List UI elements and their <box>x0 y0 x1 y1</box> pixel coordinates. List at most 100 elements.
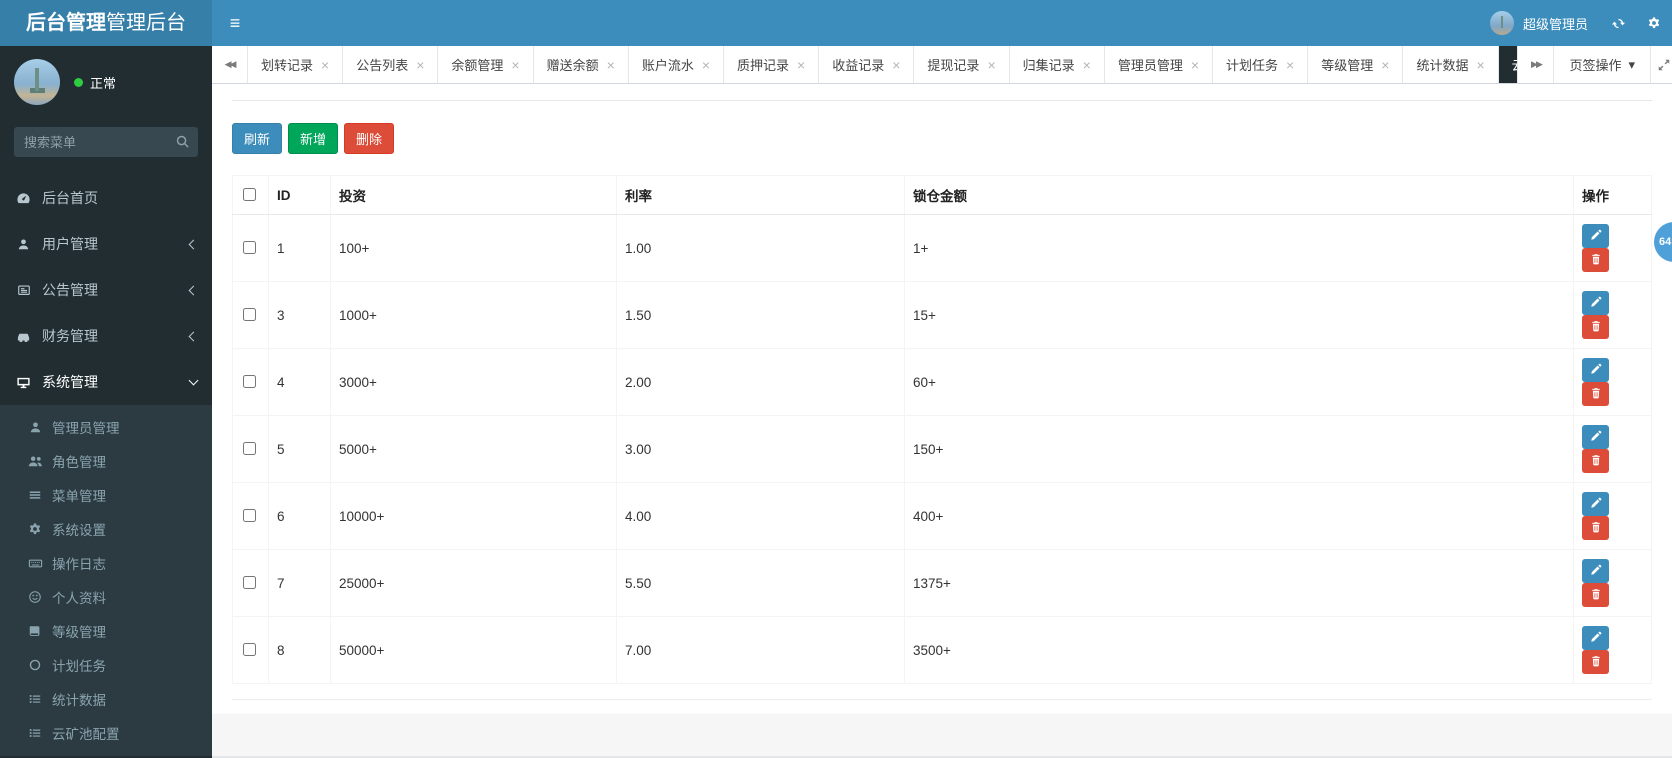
submenu-item-计划任务[interactable]: 计划任务 <box>0 648 212 682</box>
submenu-item-操作日志[interactable]: 操作日志 <box>0 546 212 580</box>
submenu-item-统计数据[interactable]: 统计数据 <box>0 682 212 716</box>
tab-actions-dropdown[interactable]: 页签操作 ▾ <box>1553 46 1650 83</box>
tab-管理员管理[interactable]: 管理员管理 × <box>1105 46 1214 83</box>
close-icon[interactable]: × <box>1286 58 1294 72</box>
close-icon[interactable]: × <box>702 58 710 72</box>
sidebar-toggle-button[interactable]: ≡ <box>212 0 258 46</box>
tab-收益记录[interactable]: 收益记录 × <box>819 46 915 83</box>
close-icon[interactable]: × <box>321 58 329 72</box>
delete-button[interactable]: 删除 <box>344 123 395 154</box>
close-icon[interactable]: × <box>511 58 519 72</box>
tab-公告列表[interactable]: 公告列表 × <box>343 46 439 83</box>
row-select-cell <box>232 348 269 416</box>
edit-row-button[interactable] <box>1582 291 1609 315</box>
close-icon[interactable]: × <box>1381 58 1389 72</box>
tab-归集记录[interactable]: 归集记录 × <box>1010 46 1105 83</box>
tab-质押记录[interactable]: 质押记录 × <box>724 46 820 83</box>
edit-row-button[interactable] <box>1582 224 1609 248</box>
sidebar-item-后台首页[interactable]: 后台首页 <box>0 175 212 221</box>
tab-label: 计划任务 <box>1226 58 1279 73</box>
logo-text-light: 管理后台 <box>106 12 186 34</box>
delete-row-button[interactable] <box>1582 449 1609 473</box>
delete-row-button[interactable] <box>1582 248 1609 272</box>
row-checkbox[interactable] <box>243 576 256 589</box>
close-icon[interactable]: × <box>416 58 424 72</box>
tab-赠送余额[interactable]: 赠送余额 × <box>534 46 629 83</box>
submenu-item-个人资料[interactable]: 个人资料 <box>0 580 212 614</box>
submenu-item-系统设置[interactable]: 系统设置 <box>0 512 212 546</box>
close-icon[interactable]: × <box>892 58 900 72</box>
refresh-nav-button[interactable] <box>1600 0 1636 46</box>
row-lock-cell: 1375+ <box>904 549 1574 617</box>
row-checkbox[interactable] <box>243 442 256 455</box>
edit-row-button[interactable] <box>1582 492 1609 516</box>
close-icon[interactable]: × <box>607 58 615 72</box>
edit-row-button[interactable] <box>1582 626 1609 650</box>
row-checkbox[interactable] <box>243 308 256 321</box>
app-logo[interactable]: 后台管理管理后台 <box>0 0 212 46</box>
submenu-item-菜单管理[interactable]: 菜单管理 <box>0 478 212 512</box>
tab-账户流水[interactable]: 账户流水 × <box>629 46 725 83</box>
tab-余额管理[interactable]: 余额管理 × <box>438 46 534 83</box>
close-icon[interactable]: × <box>1476 58 1484 72</box>
edit-row-button[interactable] <box>1582 358 1609 382</box>
tab-等级管理[interactable]: 等级管理 × <box>1308 46 1404 83</box>
tab-label: 质押记录 <box>737 58 790 73</box>
tab-云矿池配置[interactable]: 云矿池配置× <box>1498 46 1518 83</box>
sidebar-item-财务管理[interactable]: 财务管理 <box>0 313 212 359</box>
close-icon[interactable]: × <box>797 58 805 72</box>
add-button[interactable]: 新增 <box>288 123 339 154</box>
tab-提现记录[interactable]: 提现记录 × <box>914 46 1010 83</box>
submenu-item-label: 管理员管理 <box>52 421 120 436</box>
submenu-item-label: 计划任务 <box>52 659 106 674</box>
submenu-item-等级管理[interactable]: 等级管理 <box>0 614 212 648</box>
tab-统计数据[interactable]: 统计数据 × <box>1403 46 1499 83</box>
row-select-cell <box>232 281 269 349</box>
user-icon <box>15 238 32 251</box>
row-invest-cell: 10000+ <box>330 482 617 550</box>
row-rate-cell: 1.50 <box>616 281 905 349</box>
sidebar-item-用户管理[interactable]: 用户管理 <box>0 221 212 267</box>
edit-row-button[interactable] <box>1582 559 1609 583</box>
fullscreen-toggle-button[interactable] <box>1650 46 1672 83</box>
settings-nav-button[interactable] <box>1636 0 1672 46</box>
row-lock-cell: 3500+ <box>904 616 1574 684</box>
close-icon[interactable]: × <box>987 58 995 72</box>
row-checkbox[interactable] <box>243 375 256 388</box>
navbar: ≡ 超级管理员 <box>212 0 1672 46</box>
sidebar-item-公告管理[interactable]: 公告管理 <box>0 267 212 313</box>
trash-icon <box>1590 253 1602 268</box>
table-row: 8 50000+ 7.00 3500+ <box>232 616 1652 684</box>
column-header-利率: 利率 <box>616 175 905 215</box>
tab-划转记录[interactable]: 划转记录 × <box>248 46 344 83</box>
row-checkbox[interactable] <box>243 509 256 522</box>
delete-row-button[interactable] <box>1582 382 1609 406</box>
trash-icon <box>1590 320 1602 335</box>
submenu-item-角色管理[interactable]: 角色管理 <box>0 444 212 478</box>
refresh-button[interactable]: 刷新 <box>232 123 283 154</box>
close-icon[interactable]: × <box>1191 58 1199 72</box>
submenu-item-管理员管理[interactable]: 管理员管理 <box>0 410 212 444</box>
row-actions-cell <box>1573 415 1652 483</box>
avatar[interactable] <box>14 59 60 105</box>
tabs-scroll-left-button[interactable]: ◀◀ <box>212 46 248 83</box>
delete-row-button[interactable] <box>1582 315 1609 339</box>
pencil-icon <box>1590 564 1602 579</box>
tab-label: 划转记录 <box>261 58 314 73</box>
tabs-scroll-right-button[interactable]: ▶▶ <box>1517 46 1553 83</box>
close-icon[interactable]: × <box>1083 58 1091 72</box>
delete-row-button[interactable] <box>1582 516 1609 540</box>
delete-row-button[interactable] <box>1582 583 1609 607</box>
sidebar-item-系统管理[interactable]: 系统管理 <box>0 359 212 405</box>
user-menu[interactable]: 超级管理员 <box>1478 0 1600 46</box>
row-checkbox[interactable] <box>243 241 256 254</box>
trash-icon <box>1590 655 1602 670</box>
delete-row-button[interactable] <box>1582 650 1609 674</box>
edit-row-button[interactable] <box>1582 425 1609 449</box>
select-all-checkbox[interactable] <box>243 188 256 201</box>
row-checkbox[interactable] <box>243 643 256 656</box>
tab-计划任务[interactable]: 计划任务 × <box>1213 46 1309 83</box>
search-icon <box>175 134 190 149</box>
submenu-item-云矿池配置[interactable]: 云矿池配置 <box>0 716 212 750</box>
search-input[interactable] <box>14 127 198 157</box>
